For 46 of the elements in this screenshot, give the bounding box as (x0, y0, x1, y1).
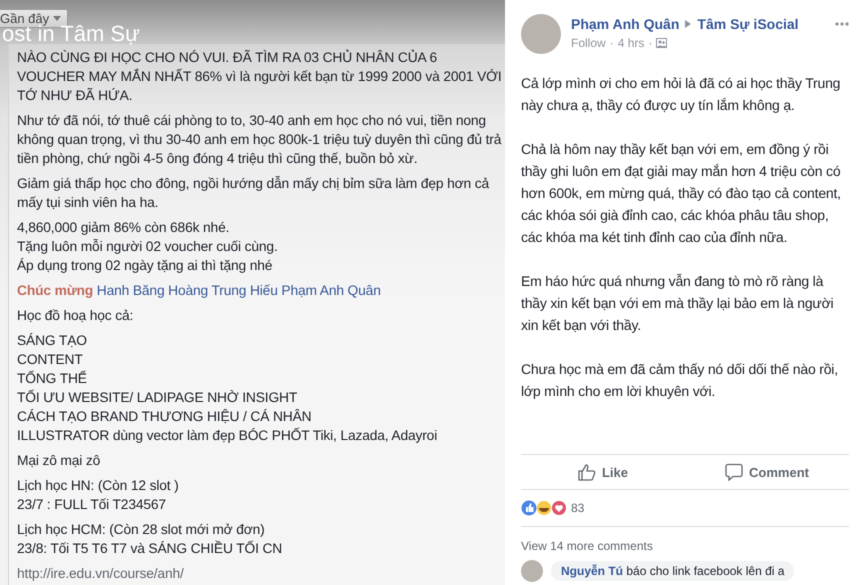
post-text-line: Tặng luôn mỗi người 02 voucher cuối cùng. (17, 238, 279, 256)
post-text-line: 4,860,000 giảm 86% còn 686k nhé. (17, 219, 230, 237)
post-text-line: TỔNG THỂ (17, 370, 88, 388)
speech-bubble-icon (725, 463, 744, 481)
caret-icon (53, 16, 62, 21)
post-text-line: CÁCH TẠO BRAND THƯƠNG HIỆU / CÁ NHÂN (17, 408, 312, 426)
post-text-line: Áp dụng trong 02 ngày tặng ai thì tặng nhé (17, 257, 274, 275)
author-name[interactable]: Phạm Anh Quân (571, 16, 680, 32)
commenter-avatar (521, 560, 543, 582)
post-paragraph: Chưa học mà em đã cảm thấy nó dối dối thế nào rồi, lớp mình cho em lời khuyên với. (521, 360, 839, 401)
commenter-name[interactable]: Nguyễn Tú (561, 564, 623, 578)
comment-text: báo cho link facebook lên đi a (626, 564, 784, 578)
post-paragraph: Em háo hức quá nhưng vẫn đang tò mò rõ ràng là thầy xin kết bạn với em mà thầy lại bảo em là người xin kết bạn với thầy. (521, 272, 834, 335)
post-paragraph: NÀO CÙNG ĐI HỌC CHO NÓ VUI. ĐÃ TÌM RA 03 CHỦ NHÂN CỦA 6 VOUCHER MAY MẮN NHẤT 86% vì là người kết bạn từ 1999 2000 và 2001 VỚI TỚ NHƯ ĐÃ HỨA. (17, 48, 503, 105)
avatar (521, 14, 561, 54)
post-text-line: SÁNG TẠO (17, 332, 88, 350)
post-time[interactable]: 4 hrs (618, 36, 644, 50)
post-text-line: 23/8: Tối T5 T6 T7 và SÁNG CHIỀU TỐI CN (17, 540, 284, 558)
post-paragraph: Mại zô mại zô (17, 452, 102, 470)
url-link[interactable]: http://ire.edu.vn/course/anh/ (17, 564, 505, 583)
post-paragraph: Như tớ đã nói, tớ thuê cái phòng to to, 30-40 anh em học cho nó vui, tiền nong không quan trọng, vì thu 30-40 anh em học 800k-1 triệu tuỳ duyên thì cũng đủ trả tiền phòng, chứ ngồi 4-5 ông đóng 4 triệu thì cũng thế, buồn bỏ xừ. (17, 112, 502, 168)
group-icon (656, 38, 668, 48)
thumbs-up-icon (578, 463, 596, 481)
post-paragraph: Cả lớp mình ơi cho em hỏi là đã có ai học thầy Trung này chưa ạ, thầy có được uy tín lắm không ạ. (521, 74, 842, 115)
post-text-line: Lịch học HCM: (Còn 28 slot mới mở đơn) (17, 521, 266, 539)
reactions-icon (521, 500, 567, 516)
post-text-line: Lịch học HN: (Còn 12 slot ) (17, 477, 180, 495)
comment-button[interactable]: Comment (685, 455, 849, 489)
post-text-line: TỐI ƯU WEBSITE/ LADIPAGE NHỜ INSIGHT (17, 388, 298, 407)
post-text-line: 23/7 : FULL Tối T234567 (17, 496, 167, 514)
view-more-comments-link[interactable]: View 14 more comments (521, 527, 849, 559)
group-name[interactable]: Tâm Sự iSocial (697, 16, 799, 32)
post-paragraph: Chả là hôm nay thầy kết bạn với em, em đồng ý rồi thầy ghi luôn em đạt giải may mắn hơn 4 triệu còn có hơn 600k, em mừng quá, thầy có đào tạo cả content, các khóa sói già đỉnh cao, các khóa phâu tâu shop, các khóa ma két tinh đỉnh cao của đỉnh nữa. (521, 140, 842, 247)
post-paragraph: Giảm giá thấp học cho đông, ngồi hướng dẫn mấy chị bỉm sữa làm đẹp hơn cả mấy tụi sinh viên ha ha. (17, 175, 490, 212)
post-text-line: CONTENT (17, 351, 84, 369)
congrats-text: Chúc mừng (17, 283, 94, 298)
post-text-line: ILLUSTRATOR dùng vector làm đẹp BÓC PHỐT Tiki, Lazada, Adayroi (17, 426, 438, 445)
separator-dot: · (647, 36, 654, 50)
follow-link[interactable]: Follow (571, 36, 606, 50)
like-button[interactable]: Like (521, 455, 685, 489)
tagged-names[interactable]: Hanh Băng Hoàng Trung Hiếu Phạm Anh Quân (96, 283, 381, 298)
reaction-count[interactable]: 83 (571, 501, 584, 515)
post-paragraph: Học đồ hoạ học cả: (17, 307, 134, 325)
more-options-icon[interactable] (835, 22, 849, 26)
triangle-icon (685, 20, 692, 28)
separator-dot: · (608, 36, 615, 50)
